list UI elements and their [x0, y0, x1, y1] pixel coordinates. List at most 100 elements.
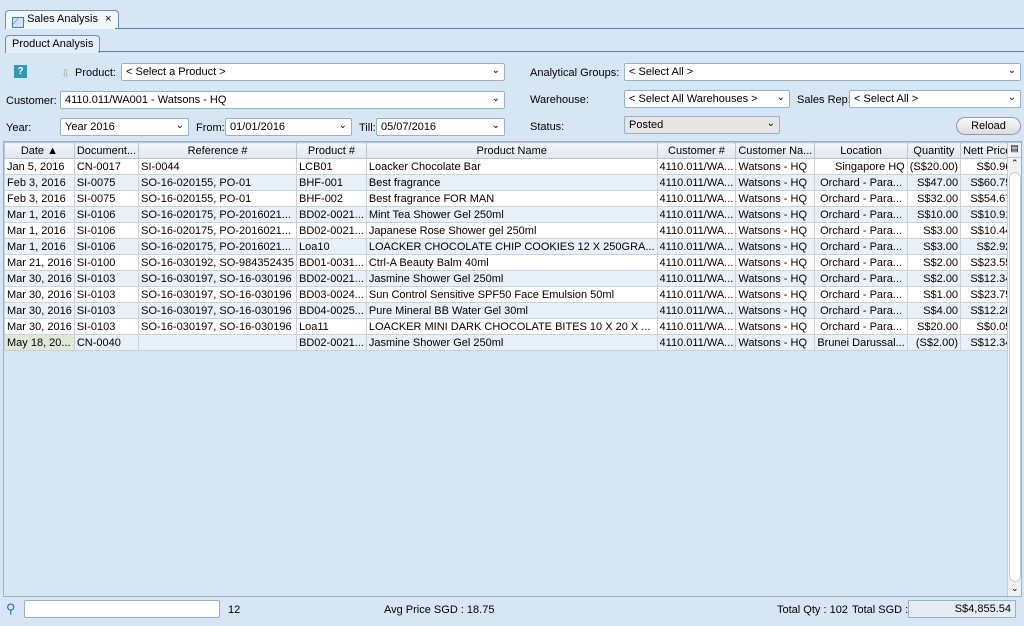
table-row[interactable]: Mar 30, 2016 SI-0103 SO-16-030197, SO-16-0…	[4, 270, 1021, 287]
tab-sales-analysis[interactable]: ⟋ Sales Analysis ×	[5, 10, 119, 29]
column-chooser-icon[interactable]: ▤	[1007, 142, 1021, 158]
column-header-document[interactable]: Document...	[73, 142, 140, 159]
cell-nett-price: S$23.75	[960, 286, 1015, 303]
cell-product-name: Mint Tea Shower Gel 250ml	[365, 206, 658, 223]
chevron-down-icon: ⌄	[766, 118, 775, 129]
cell-product-name: LOACKER CHOCOLATE CHIP COOKIES 12 X 250G…	[365, 238, 658, 255]
cell-quantity: (S$20.00)	[906, 158, 962, 175]
sales-rep-select[interactable]: < Select All > ⌄	[849, 90, 1021, 108]
cell-product-name: Ctrl-A Beauty Balm 40ml	[365, 254, 658, 271]
cell-reference: SO-16-030197, SO-16-030196	[138, 318, 298, 335]
cell-document: SI-0106	[73, 222, 140, 239]
column-header-quantity[interactable]: Quantity	[906, 142, 962, 159]
tab-product-analysis[interactable]: Product Analysis	[5, 35, 101, 53]
till-date[interactable]: 05/07/2016 ⌄	[376, 118, 505, 136]
cell-document: SI-0106	[73, 238, 140, 255]
chevron-down-icon: ⌄	[491, 65, 500, 76]
product-select[interactable]: < Select a Product > ⌄	[121, 63, 505, 81]
cell-quantity: S$1.00	[906, 286, 962, 303]
cell-location: Singapore HQ	[814, 158, 908, 175]
analytical-groups-select[interactable]: < Select All > ⌄	[624, 63, 1021, 81]
cell-product-number: BHF-001	[296, 174, 367, 191]
close-icon[interactable]: ×	[105, 13, 111, 25]
cell-customer-number: 4110.011/WA...	[656, 206, 737, 223]
cell-reference: SO-16-020175, PO-2016021...	[138, 206, 298, 223]
cell-product-name: Loacker Chocolate Bar	[365, 158, 658, 175]
help-icon[interactable]: ?	[14, 65, 27, 78]
from-date[interactable]: 01/01/2016 ⌄	[225, 118, 352, 136]
table-row[interactable]: Mar 1, 2016 SI-0106 SO-16-020175, PO-20160…	[4, 222, 1021, 239]
cell-date: Mar 30, 2016	[4, 270, 75, 287]
chevron-down-icon: ⌄	[1007, 65, 1016, 76]
cell-nett-price: S$12.28	[960, 302, 1015, 319]
column-header-customer-number[interactable]: Customer #	[656, 142, 737, 159]
table-row[interactable]: Jan 5, 2016 CN-0017 SI-0044 LCB01 Loacker Ch…	[4, 158, 1021, 175]
column-header-location[interactable]: Location	[814, 142, 908, 159]
cell-product-name: Sun Control Sensitive SPF50 Face Emulsio…	[365, 286, 658, 303]
cell-nett-price: S$60.75	[960, 174, 1015, 191]
table-row[interactable]: Mar 30, 2016 SI-0103 SO-16-030197, SO-16-0…	[4, 286, 1021, 303]
cell-document: SI-0103	[73, 302, 140, 319]
cell-date: Mar 21, 2016	[4, 254, 75, 271]
cell-reference: SO-16-030197, SO-16-030196	[138, 270, 298, 287]
chevron-down-icon: ⌄	[175, 120, 184, 131]
cell-reference: SI-0044	[138, 158, 298, 175]
sales-rep-label: Sales Rep:	[797, 94, 851, 106]
cell-product-number: LCB01	[296, 158, 367, 175]
table-row[interactable]: Mar 1, 2016 SI-0106 SO-16-020175, PO-20160…	[4, 238, 1021, 255]
cell-customer-number: 4110.011/WA...	[656, 286, 737, 303]
cell-product-number: Loa11	[296, 318, 367, 335]
scrollbar-thumb[interactable]	[1009, 172, 1021, 582]
scroll-down-icon[interactable]: ⌄	[1011, 583, 1019, 594]
tab-title: Sales Analysis	[27, 13, 98, 25]
column-header-product-number[interactable]: Product #	[296, 142, 367, 159]
cell-product-name: Jasmine Shower Gel 250ml	[365, 270, 658, 287]
cell-customer-number: 4110.011/WA...	[656, 318, 737, 335]
cell-product-name: Best fragrance	[365, 174, 658, 191]
table-row[interactable]: May 18, 20... CN-0040 BD02-0021... Jasmine …	[4, 334, 1021, 351]
cell-nett-price: S$0.05	[960, 318, 1015, 335]
table-row[interactable]: Mar 30, 2016 SI-0103 SO-16-030197, SO-16-0…	[4, 302, 1021, 319]
cell-customer-name: Watsons - HQ	[735, 302, 816, 319]
table-row[interactable]: Mar 1, 2016 SI-0106 SO-16-020175, PO-20160…	[4, 206, 1021, 223]
scroll-up-icon[interactable]: ⌃	[1011, 158, 1019, 169]
status-bar: ⚲ 12 Avg Price SGD : 18.75 Total Qty : 1…	[0, 598, 1024, 626]
column-header-product-name[interactable]: Product Name	[365, 142, 658, 159]
search-input[interactable]	[24, 600, 220, 618]
cell-reference: SO-16-030192, SO-984352435	[138, 254, 298, 271]
cell-product-name: Japanese Rose Shower gel 250ml	[365, 222, 658, 239]
reload-button[interactable]: Reload	[956, 117, 1021, 135]
status-label: Status:	[530, 121, 565, 133]
cell-quantity: (S$2.00)	[906, 334, 962, 351]
cell-nett-price: S$12.34	[960, 270, 1015, 287]
cell-reference: SO-16-020175, PO-2016021...	[138, 238, 298, 255]
cell-date: Mar 30, 2016	[4, 286, 75, 303]
cell-customer-name: Watsons - HQ	[735, 222, 816, 239]
column-header-nett-price[interactable]: Nett Price	[960, 142, 1015, 159]
cell-reference: SO-16-030197, SO-16-030196	[138, 286, 298, 303]
cell-nett-price: S$54.67	[960, 190, 1015, 207]
cell-nett-price: S$12.34	[960, 334, 1015, 351]
cell-date: Mar 30, 2016	[4, 302, 75, 319]
cell-customer-name: Watsons - HQ	[735, 286, 816, 303]
year-select[interactable]: Year 2016 ⌄	[60, 118, 189, 136]
table-row[interactable]: Feb 3, 2016 SI-0075 SO-16-020155, PO-01 BHF…	[4, 174, 1021, 191]
table-row[interactable]: Mar 21, 2016 SI-0100 SO-16-030192, SO-9843…	[4, 254, 1021, 271]
customer-select[interactable]: 4110.011/WA001 - Watsons - HQ ⌄	[60, 91, 505, 109]
cell-product-name: LOACKER MINI DARK CHOCOLATE BITES 10 X 2…	[365, 318, 658, 335]
column-header-date[interactable]: Date ▲	[4, 142, 75, 159]
cell-date: Feb 3, 2016	[4, 174, 75, 191]
status-select[interactable]: Posted ⌄	[624, 116, 780, 134]
cell-customer-number: 4110.011/WA...	[656, 174, 737, 191]
total-qty: Total Qty : 102	[777, 604, 848, 616]
cell-customer-name: Watsons - HQ	[735, 206, 816, 223]
vertical-scrollbar[interactable]: ⌃ ⌄	[1007, 158, 1021, 596]
cell-customer-name: Watsons - HQ	[735, 254, 816, 271]
cell-product-number: BD02-0021...	[296, 206, 367, 223]
table-row[interactable]: Feb 3, 2016 SI-0075 SO-16-020155, PO-01 BHF…	[4, 190, 1021, 207]
column-header-reference[interactable]: Reference #	[138, 142, 298, 159]
table-row[interactable]: Mar 30, 2016 SI-0103 SO-16-030197, SO-16-0…	[4, 318, 1021, 335]
cell-document: SI-0103	[73, 286, 140, 303]
warehouse-select[interactable]: < Select All Warehouses > ⌄	[624, 90, 790, 108]
column-header-customer-name[interactable]: Customer Na...	[735, 142, 816, 159]
